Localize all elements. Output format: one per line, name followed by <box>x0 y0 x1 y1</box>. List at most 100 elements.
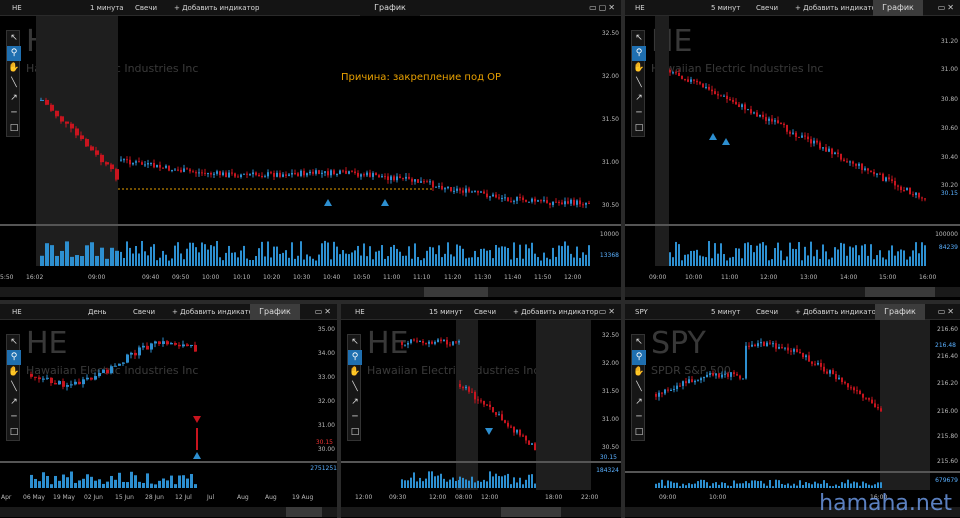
cursor-icon[interactable]: ↖ <box>348 335 362 350</box>
candle-body <box>431 341 433 344</box>
volume-bar <box>360 255 362 266</box>
volume-bar <box>126 241 128 266</box>
signal-arrow <box>485 428 493 435</box>
arrow-icon[interactable]: ↗ <box>632 395 646 410</box>
line-icon[interactable]: ╲ <box>632 380 646 395</box>
volume-bar <box>186 478 189 488</box>
chart-panel-he-5min[interactable]: HE 5 минут Свечи + Добавить индикатор Гр… <box>625 0 960 300</box>
navigator-selection[interactable] <box>865 287 935 297</box>
hand-icon[interactable]: ✋ <box>7 61 21 76</box>
volume-bar <box>510 484 512 488</box>
hand-icon[interactable]: ✋ <box>348 365 362 380</box>
hline-icon[interactable]: ─ <box>632 106 646 121</box>
hline-icon[interactable]: ─ <box>7 410 21 425</box>
rect-icon[interactable]: □ <box>7 425 21 440</box>
volume-bar <box>667 480 669 488</box>
hline-icon[interactable]: ─ <box>7 106 21 121</box>
hand-icon[interactable]: ✋ <box>632 61 646 76</box>
time-label: 11:00 <box>383 274 401 281</box>
time-label: 06 May <box>23 494 45 501</box>
volume-bar <box>712 483 714 488</box>
line-icon[interactable]: ╲ <box>632 76 646 91</box>
arrow-icon[interactable]: ↗ <box>7 395 21 410</box>
volume-bar <box>404 480 406 488</box>
candle-body <box>258 174 260 177</box>
chart-panel-spy-5min[interactable]: SPY 5 минут Свечи + Добавить индикатор Г… <box>625 304 960 518</box>
hline-icon[interactable]: ─ <box>348 410 362 425</box>
zoom-icon[interactable]: ⚲ <box>7 46 21 61</box>
line-icon[interactable]: ╲ <box>7 76 21 91</box>
volume-bar <box>66 477 69 488</box>
volume-bar <box>75 255 79 266</box>
pane-separator[interactable] <box>341 461 621 463</box>
candle-body <box>285 174 287 176</box>
zoom-icon[interactable]: ⚲ <box>632 46 646 61</box>
rect-icon[interactable]: □ <box>7 121 21 136</box>
candle-body <box>540 200 542 202</box>
candle-body <box>664 389 666 394</box>
chart-panel-he-1min[interactable]: HE 1 минута Свечи + Добавить индикатор Г… <box>0 0 621 300</box>
pane-separator[interactable] <box>625 224 960 226</box>
navigator-selection[interactable] <box>286 507 322 517</box>
candle-body <box>440 339 442 342</box>
volume-bar <box>330 259 332 266</box>
line-icon[interactable]: ╲ <box>7 380 21 395</box>
volume-bar <box>80 255 84 266</box>
cursor-icon[interactable]: ↖ <box>632 31 646 46</box>
volume-bar <box>82 478 85 488</box>
volume-bar <box>446 481 448 488</box>
line-icon[interactable]: ╲ <box>348 380 362 395</box>
candle-body <box>859 390 861 394</box>
arrow-icon[interactable]: ↗ <box>7 91 21 106</box>
drawing-toolbar: ↖ ⚲ ✋ ╲ ↗ ─ □ <box>6 334 21 441</box>
hand-icon[interactable]: ✋ <box>632 365 646 380</box>
candle-body <box>462 190 464 193</box>
volume-bar <box>333 241 335 266</box>
candle-body <box>411 178 413 182</box>
rect-icon[interactable]: □ <box>632 425 646 440</box>
navigator-bar[interactable] <box>625 287 960 297</box>
signal-arrow <box>193 452 201 459</box>
volume-bar <box>110 247 114 266</box>
last-price-badge: 30.15 <box>315 439 333 446</box>
time-label: 11:40 <box>504 274 522 281</box>
volume-bar <box>154 484 157 488</box>
pane-separator[interactable] <box>625 471 960 473</box>
hline-icon[interactable]: ─ <box>632 410 646 425</box>
navigator-bar[interactable] <box>0 287 621 297</box>
navigator-selection[interactable] <box>424 287 488 297</box>
cursor-icon[interactable]: ↖ <box>7 31 21 46</box>
candle-body <box>720 95 722 97</box>
candle-body <box>336 173 338 175</box>
zoom-icon[interactable]: ⚲ <box>7 350 21 365</box>
candle-body <box>60 116 64 122</box>
zoom-icon[interactable]: ⚲ <box>632 350 646 365</box>
arrow-icon[interactable]: ↗ <box>632 91 646 106</box>
signal-arrow <box>722 138 730 145</box>
hand-icon[interactable]: ✋ <box>7 365 21 380</box>
candle-body <box>519 197 521 199</box>
navigator-bar[interactable] <box>0 507 337 517</box>
time-label: 08:00 <box>455 494 473 501</box>
rect-icon[interactable]: □ <box>348 425 362 440</box>
rect-icon[interactable]: □ <box>632 121 646 136</box>
navigator-selection[interactable] <box>501 507 561 517</box>
candle-body <box>762 114 764 118</box>
pane-separator[interactable] <box>0 461 337 463</box>
volume-bar <box>843 243 845 266</box>
cursor-icon[interactable]: ↖ <box>7 335 21 350</box>
volume-bar <box>838 485 840 488</box>
chart-panel-he-daily[interactable]: HE День Свечи + Добавить индикатор Графи… <box>0 304 337 518</box>
cursor-icon[interactable]: ↖ <box>632 335 646 350</box>
navigator-bar[interactable] <box>341 507 621 517</box>
arrow-icon[interactable]: ↗ <box>348 395 362 410</box>
volume-bar <box>435 254 437 266</box>
zoom-icon[interactable]: ⚲ <box>348 350 362 365</box>
volume-bar <box>868 484 870 488</box>
volume-bar <box>449 479 451 488</box>
pane-separator[interactable] <box>0 224 621 226</box>
candle-body <box>141 162 143 165</box>
candle-body <box>423 181 425 183</box>
candle-body <box>768 118 770 121</box>
chart-panel-he-15min[interactable]: HE 15 минут Свечи + Добавить индикатор ▭… <box>341 304 621 518</box>
